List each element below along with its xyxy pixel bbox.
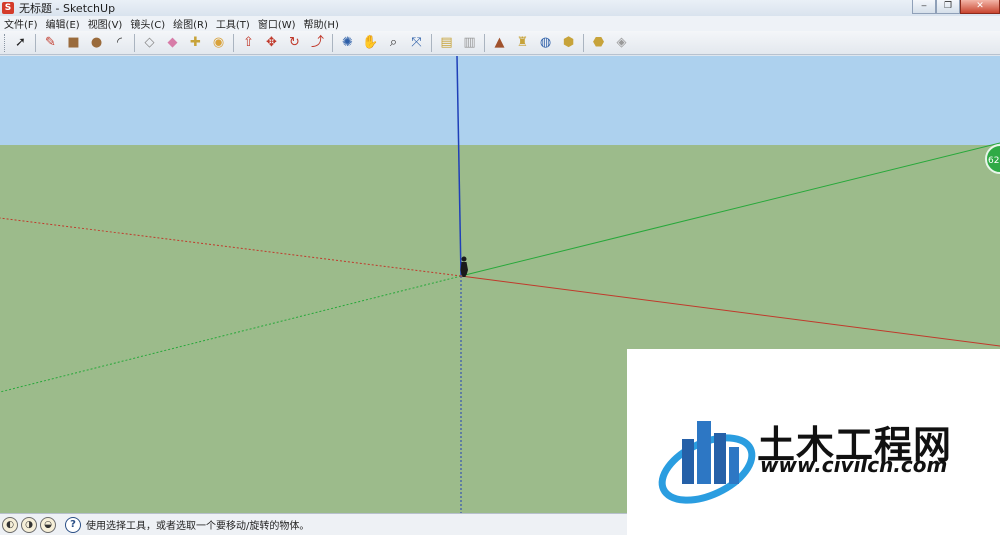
watermark-url: www.civilcn.com — [760, 453, 948, 477]
status-text: 使用选择工具，或者选取一个要移动/旋转的物体。 — [86, 521, 310, 532]
select-icon[interactable]: ➚ — [10, 32, 31, 53]
sketchup-logo-icon: S — [2, 2, 14, 14]
paint-bucket-icon[interactable]: ◉ — [208, 32, 229, 53]
offset-icon[interactable]: ⤴ — [307, 32, 328, 53]
tape-measure-icon[interactable]: ✚ — [185, 32, 206, 53]
pencil-icon[interactable]: ✎ — [40, 32, 61, 53]
pan-icon[interactable]: ✋ — [360, 32, 381, 53]
make-component-icon[interactable]: ◇ — [139, 32, 160, 53]
menu-window[interactable]: 窗口(W) — [258, 16, 296, 31]
move-icon[interactable]: ✥ — [261, 32, 282, 53]
sky — [0, 56, 1000, 145]
rotate-icon[interactable]: ↻ — [284, 32, 305, 53]
toolbar-separator — [233, 33, 234, 52]
circle-icon[interactable]: ● — [86, 32, 107, 53]
menu-help[interactable]: 帮助(H) — [304, 16, 339, 31]
toolbar-separator — [431, 33, 432, 52]
share-component-icon[interactable]: ⬣ — [588, 32, 609, 53]
menu-camera[interactable]: 镜头(C) — [130, 16, 165, 31]
menu-edit[interactable]: 编辑(E) — [46, 16, 80, 31]
menu-tools[interactable]: 工具(T) — [216, 16, 250, 31]
geo-location-icon[interactable]: ◐ — [2, 516, 18, 533]
arc-icon[interactable]: ◜ — [109, 32, 130, 53]
menu-file[interactable]: 文件(F) — [4, 16, 38, 31]
toolbar-separator — [134, 33, 135, 52]
minimize-button[interactable]: ‒ — [912, 0, 936, 14]
toolbar-separator — [332, 33, 333, 52]
menu-draw[interactable]: 绘图(R) — [173, 16, 208, 31]
toolbar-separator — [583, 33, 584, 52]
get-photo-texture-icon[interactable]: ◈ — [611, 32, 632, 53]
toggle-terrain-icon[interactable]: ♜ — [512, 32, 533, 53]
eraser-icon[interactable]: ◆ — [162, 32, 183, 53]
push-pull-icon[interactable]: ⇧ — [238, 32, 259, 53]
toolbar-grip[interactable] — [4, 33, 7, 52]
next-view-icon[interactable]: ▥ — [459, 32, 480, 53]
orbit-icon[interactable]: ✺ — [337, 32, 358, 53]
share-model-icon[interactable]: ⬢ — [558, 32, 579, 53]
zoom-icon[interactable]: ⌕ — [383, 32, 404, 53]
watermark: 土木工程网 www.civilcn.com — [627, 349, 1000, 535]
toolbar-separator — [35, 33, 36, 52]
zoom-badge-label: 62 — [988, 156, 999, 166]
add-location-icon[interactable]: ▲ — [489, 32, 510, 53]
title-bar: S 无标题 - SketchUp ‒ ❐ ✕ — [0, 0, 1000, 16]
window-controls: ‒ ❐ ✕ — [912, 0, 1000, 15]
zoom-extents-icon[interactable]: ⤧ — [406, 32, 427, 53]
toolbar-separator — [484, 33, 485, 52]
previous-view-icon[interactable]: ▤ — [436, 32, 457, 53]
menu-view[interactable]: 视图(V) — [88, 16, 123, 31]
window-title: 无标题 - SketchUp — [19, 2, 116, 15]
credits-icon[interactable]: ◑ — [21, 516, 37, 533]
get-models-icon[interactable]: ◍ — [535, 32, 556, 53]
menu-bar: 文件(F) 编辑(E) 视图(V) 镜头(C) 绘图(R) 工具(T) 窗口(W… — [0, 16, 1000, 31]
user-icon[interactable]: ◒ — [40, 516, 56, 533]
restore-button[interactable]: ❐ — [936, 0, 960, 14]
close-button[interactable]: ✕ — [960, 0, 1000, 14]
toolbar: ➚ ✎ ■ ● ◜ ◇ ◆ ✚ ◉ ⇧ ✥ ↻ ⤴ ✺ ✋ ⌕ ⤧ ▤ ▥ ▲ ♜ ◍ ⬢ ⬣ ◈ — [0, 31, 1000, 55]
rectangle-icon[interactable]: ■ — [63, 32, 84, 53]
help-icon[interactable]: ? — [65, 516, 81, 533]
